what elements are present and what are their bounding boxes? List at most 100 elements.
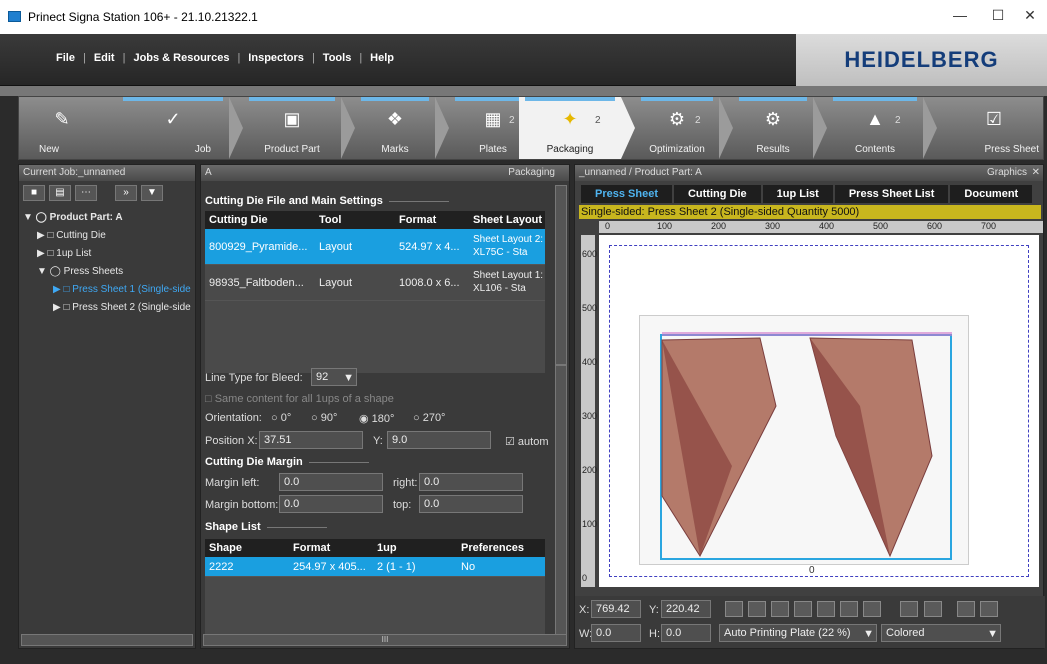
brand-logo: HEIDELBERG (796, 34, 1047, 86)
close-icon[interactable]: ✕ (1032, 165, 1040, 181)
height-field[interactable]: 0.0 (661, 624, 711, 642)
marks-toggle-icon[interactable] (956, 601, 975, 617)
packaging-icon: ✦ (562, 109, 578, 129)
press-sheet-canvas[interactable]: 0 (599, 235, 1039, 587)
table-row[interactable]: 800929_Pyramide... Layout 524.97 x 4... … (205, 229, 545, 265)
margin-right-input[interactable]: 0.0 (419, 473, 523, 491)
tool-marks[interactable]: ❖ Marks (355, 97, 435, 159)
tree-item-press-sheet-2[interactable]: ▶ □ Press Sheet 2 (Single-side (23, 299, 195, 317)
tool-job[interactable]: ✓ Job (117, 97, 229, 159)
tab-document[interactable]: Document (950, 185, 1033, 203)
tool-results-label: Results (756, 144, 790, 155)
margin-left-input[interactable]: 0.0 (279, 473, 383, 491)
tool-results[interactable]: ⚙ Results (733, 97, 813, 159)
tool-product-part[interactable]: ▣ Product Part (243, 97, 341, 159)
line-icon[interactable] (863, 601, 882, 617)
tree-item-press-sheet-1[interactable]: ▶ □ Press Sheet 1 (Single-side (23, 281, 195, 299)
packaging-count: 2 (595, 115, 601, 126)
ruler-icon[interactable] (900, 601, 919, 617)
select-arrow-icon[interactable] (725, 601, 743, 617)
menu-jobs[interactable]: Jobs & Resources (127, 52, 235, 64)
packaging-hscroll[interactable]: III (203, 634, 567, 646)
optimization-count: 2 (695, 115, 701, 126)
expand-icon[interactable] (979, 601, 998, 617)
tool-optimization[interactable]: ⚙ 2 Optimization (635, 97, 719, 159)
cutting-die-table: Cutting Die Tool Format Sheet Layout 800… (205, 211, 545, 373)
margin-top-input[interactable]: 0.0 (419, 495, 523, 513)
plate-select[interactable]: Auto Printing Plate (22 %) ▼ (719, 624, 877, 642)
tree-item-press-sheets[interactable]: ▼ ◯ Press Sheets (23, 263, 195, 281)
tool-contents[interactable]: ▲ 2 Contents (827, 97, 923, 159)
plates-count: 2 (509, 115, 515, 126)
tool-product-part-label: Product Part (264, 144, 320, 155)
menu-tools[interactable]: Tools (317, 52, 358, 64)
dropdown-icon[interactable]: ▼ (141, 185, 163, 201)
maximize-button[interactable]: ☐ (982, 7, 1014, 27)
packaging-header: A Packaging (201, 165, 569, 181)
table-row[interactable]: 2222 254.97 x 405... 2 (1 - 1) No (205, 557, 545, 577)
more-icon[interactable]: ⋯ (75, 185, 97, 201)
close-button[interactable]: ✕ (1014, 7, 1046, 27)
tab-press-sheet-list[interactable]: Press Sheet List (834, 185, 949, 203)
tree-item-1up-list[interactable]: ▶ □ 1up List (23, 245, 195, 263)
menu-help[interactable]: Help (364, 52, 400, 64)
view-tabs: Press Sheet Cutting Die 1up List Press S… (581, 185, 1034, 203)
job-tree: ▼ ◯ Product Part: A ▶ □ Cutting Die ▶ □ … (23, 209, 195, 317)
menu-edit[interactable]: Edit (88, 52, 121, 64)
app-icon (8, 11, 21, 22)
settings-icon[interactable] (923, 601, 942, 617)
line-type-select[interactable]: 92 ▼ (311, 368, 357, 386)
crop-icon[interactable] (817, 601, 836, 617)
position-x-input[interactable]: 37.51 (259, 431, 363, 449)
tool-new-label: New (39, 144, 60, 155)
margin-bottom-label: Margin bottom: (205, 499, 279, 511)
tab-1up-list[interactable]: 1up List (762, 185, 833, 203)
move-icon[interactable] (840, 601, 859, 617)
hand-icon[interactable] (794, 601, 813, 617)
zoom-icon[interactable] (771, 601, 790, 617)
same-content-checkbox[interactable]: □ Same content for all 1ups of a shape (205, 393, 394, 405)
auto-checkbox[interactable]: ☑ autom (505, 435, 549, 448)
margin-top-label: top: (393, 499, 412, 511)
tab-cutting-die[interactable]: Cutting Die (673, 185, 761, 203)
color-mode-select[interactable]: Colored ▼ (881, 624, 1001, 642)
orientation-0-radio[interactable]: ○ 0° (271, 412, 291, 424)
orientation-270-radio[interactable]: ○ 270° (413, 412, 445, 424)
tool-new[interactable]: ✎ New (19, 97, 105, 159)
cutting-die-vscroll[interactable] (555, 185, 567, 365)
margin-left-label: Margin left: (205, 477, 260, 489)
shape-table: Shape Format 1up Preferences 2222 254.97… (205, 539, 545, 643)
print-icon[interactable]: ▤ (49, 185, 71, 201)
job-icon: ✓ (165, 109, 181, 129)
menu-inspectors[interactable]: Inspectors (242, 52, 310, 64)
graphics-status-bar: X: 769.42 Y: 220.42 W: 0.0 H: 0.0 Auto P… (575, 596, 1045, 648)
tree-item-cutting-die[interactable]: ▶ □ Cutting Die (23, 227, 195, 245)
tree-item-product-part[interactable]: ▼ ◯ Product Part: A (23, 209, 195, 227)
select-box-icon[interactable] (748, 601, 767, 617)
job-tree-hscroll[interactable] (21, 634, 193, 646)
job-tree-toolbar: ■ ▤ ⋯ » ▼ (23, 185, 163, 203)
tab-press-sheet[interactable]: Press Sheet (581, 185, 672, 203)
section-margin: Cutting Die Margin (205, 456, 369, 468)
orientation-180-radio[interactable]: ◉ 180° (359, 412, 394, 425)
tool-packaging[interactable]: ✦ 2 Packaging (519, 97, 621, 159)
pdf-icon: ▲ (866, 109, 884, 129)
table-row[interactable]: 98935_Faltboden... Layout 1008.0 x 6... … (205, 265, 545, 301)
section-shape-list: Shape List (205, 521, 326, 533)
marks-icon: ❖ (386, 109, 404, 129)
packaging-vscroll[interactable] (555, 365, 567, 635)
tool-press-sheet[interactable]: ☑ Press Sheet (945, 97, 1043, 159)
x-coordinate-field[interactable]: 769.42 (591, 600, 641, 618)
orientation-90-radio[interactable]: ○ 90° (311, 412, 337, 424)
save-icon[interactable]: ■ (23, 185, 45, 201)
position-y-input[interactable]: 9.0 (387, 431, 491, 449)
menu-file[interactable]: File (50, 52, 81, 64)
margin-bottom-input[interactable]: 0.0 (279, 495, 383, 513)
width-field[interactable]: 0.0 (591, 624, 641, 642)
y-coordinate-field[interactable]: 220.42 (661, 600, 711, 618)
press-sheet (639, 315, 969, 565)
minimize-button[interactable]: — (944, 7, 976, 27)
tool-optimization-label: Optimization (649, 144, 705, 155)
forward-icon[interactable]: » (115, 185, 137, 201)
chevron-down-icon: ▼ (863, 628, 874, 640)
